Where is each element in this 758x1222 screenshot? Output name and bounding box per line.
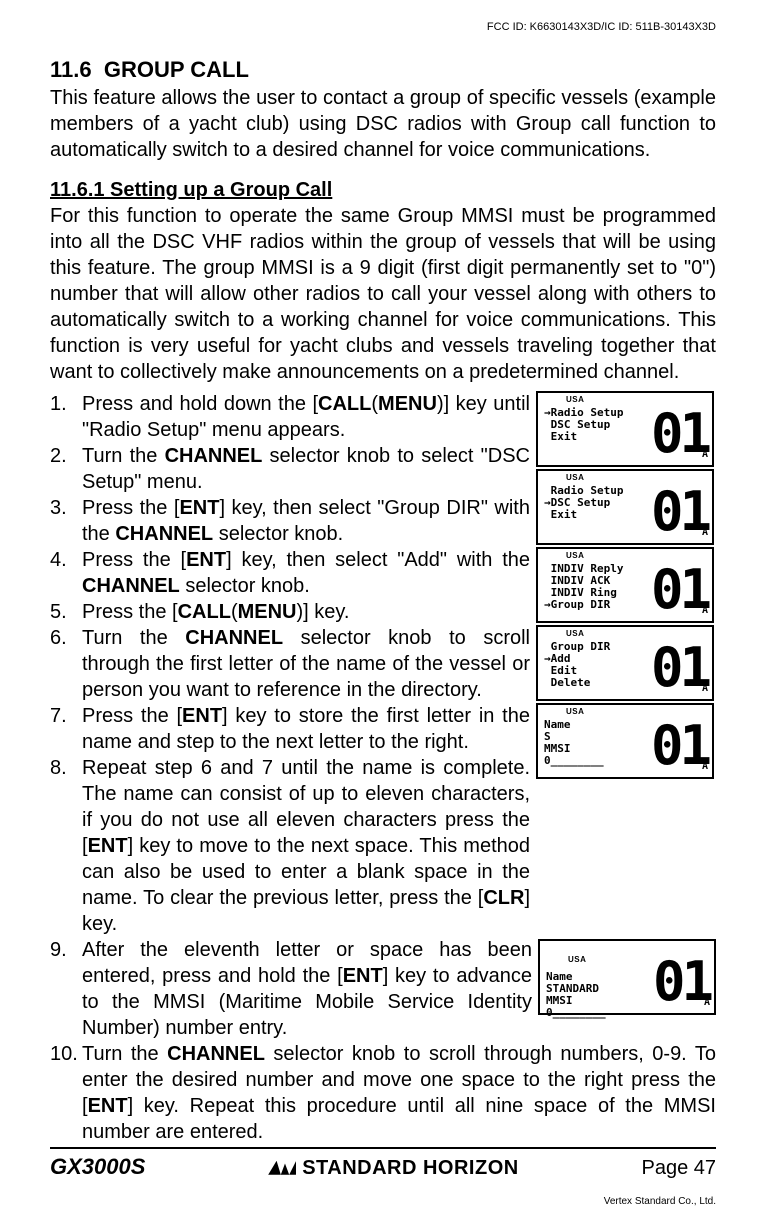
- lcd-channel: 01: [651, 641, 708, 695]
- lcd-figure-column: USA →Radio Setup DSC Setup Exit 01 A USA…: [536, 391, 716, 781]
- step-4: 4. Press the [ENT] key, then select "Add…: [50, 547, 530, 599]
- step-text: Turn the CHANNEL selector knob to scroll…: [82, 625, 530, 703]
- step-number: 10.: [50, 1041, 82, 1145]
- step-number: 4.: [50, 547, 82, 599]
- step-text: Turn the CHANNEL selector knob to select…: [82, 443, 530, 495]
- step-number: 7.: [50, 703, 82, 755]
- step-text: Press and hold down the [CALL(MENU)] key…: [82, 391, 530, 443]
- page-footer: GX3000S STANDARD HORIZON Page 47: [50, 1147, 716, 1182]
- step-8: 8. Repeat step 6 and 7 until the name is…: [50, 755, 530, 937]
- intro-paragraph: This feature allows the user to contact …: [50, 85, 716, 163]
- step-text: Repeat step 6 and 7 until the name is co…: [82, 755, 530, 937]
- step-number: 9.: [50, 937, 82, 1041]
- step-7: 7. Press the [ENT] key to store the firs…: [50, 703, 530, 755]
- lcd-sub: A: [702, 604, 708, 617]
- step-10: 10. Turn the CHANNEL selector knob to sc…: [50, 1041, 716, 1145]
- step-text: USA Name STANDARD MMSI 0________ 01 A Af…: [82, 937, 716, 1041]
- brand-text: STANDARD HORIZON: [302, 1155, 519, 1181]
- lcd-channel: 01: [651, 485, 708, 539]
- page-number: Page 47: [641, 1155, 716, 1181]
- lcd-menu: →Radio Setup DSC Setup Exit: [544, 405, 623, 443]
- step-9: 9. USA Name STANDARD MMSI 0________ 01 A…: [50, 937, 716, 1041]
- fcc-id-line: FCC ID: K6630143X3D/IC ID: 511B-30143X3D: [50, 20, 716, 34]
- lcd-menu: INDIV Reply INDIV ACK INDIV Ring →Group …: [544, 561, 623, 611]
- step-text: Turn the CHANNEL selector knob to scroll…: [82, 1041, 716, 1145]
- step-number: 2.: [50, 443, 82, 495]
- vertex-copyright: Vertex Standard Co., Ltd.: [604, 1195, 716, 1208]
- step-3: 3. Press the [ENT] key, then select "Gro…: [50, 495, 530, 547]
- subsection-body: For this function to operate the same Gr…: [50, 203, 716, 385]
- lcd-screen-1: USA →Radio Setup DSC Setup Exit 01 A: [536, 391, 714, 467]
- horizon-logo-icon: [268, 1161, 296, 1175]
- subsection-heading: 11.6.1 Setting up a Group Call: [50, 177, 716, 203]
- step-number: 6.: [50, 625, 82, 703]
- lcd-sub: A: [702, 526, 708, 539]
- lcd-menu: Name STANDARD MMSI 0________: [546, 969, 606, 1019]
- step-1: 1. Press and hold down the [CALL(MENU)] …: [50, 391, 530, 443]
- lcd-channel: 01: [653, 955, 710, 1009]
- lcd-sub: A: [702, 682, 708, 695]
- step-text: Press the [ENT] key, then select "Add" w…: [82, 547, 530, 599]
- step-text: Press the [CALL(MENU)] key.: [82, 599, 530, 625]
- section-number: 11.6: [50, 57, 92, 82]
- step-text: Press the [ENT] key, then select "Group …: [82, 495, 530, 547]
- lcd-screen-2: USA Radio Setup →DSC Setup Exit 01 A: [536, 469, 714, 545]
- lcd-screen-6: USA Name STANDARD MMSI 0________ 01 A: [538, 939, 716, 1015]
- step-number: 5.: [50, 599, 82, 625]
- lcd-sub: A: [702, 448, 708, 461]
- step-text: Press the [ENT] key to store the first l…: [82, 703, 530, 755]
- section-title-text: GROUP CALL: [104, 57, 249, 82]
- model-number: GX3000S: [50, 1153, 145, 1182]
- lcd-sub: A: [704, 996, 710, 1009]
- lcd-screen-3: USA INDIV Reply INDIV ACK INDIV Ring →Gr…: [536, 547, 714, 623]
- section-heading: 11.6 GROUP CALL: [50, 56, 716, 85]
- lcd-menu: Name S MMSI 0________: [544, 717, 604, 767]
- lcd-menu: Radio Setup →DSC Setup Exit: [544, 483, 623, 521]
- step-5: 5. Press the [CALL(MENU)] key.: [50, 599, 530, 625]
- lcd-menu: Group DIR →Add Edit Delete: [544, 639, 610, 689]
- step-number: 3.: [50, 495, 82, 547]
- lcd-sub: A: [702, 760, 708, 773]
- step-number: 1.: [50, 391, 82, 443]
- lcd-screen-4: USA Group DIR →Add Edit Delete 01 A: [536, 625, 714, 701]
- usa-label: USA: [568, 955, 586, 964]
- brand-logo: STANDARD HORIZON: [268, 1155, 519, 1181]
- lcd-channel: 01: [651, 563, 708, 617]
- lcd-channel: 01: [651, 407, 708, 461]
- step-6: 6. Turn the CHANNEL selector knob to scr…: [50, 625, 530, 703]
- lcd-channel: 01: [651, 719, 708, 773]
- step-number: 8.: [50, 755, 82, 937]
- lcd-screen-5: USA Name S MMSI 0________ 01 A: [536, 703, 714, 779]
- step-2: 2. Turn the CHANNEL selector knob to sel…: [50, 443, 530, 495]
